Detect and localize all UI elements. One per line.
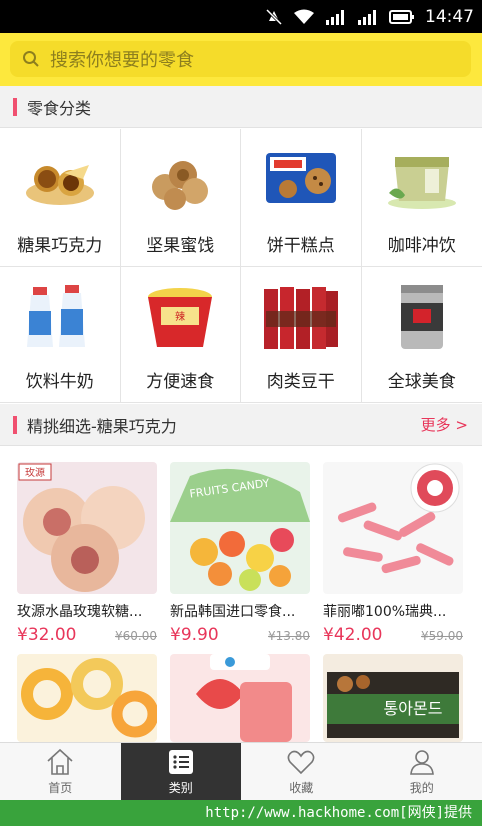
tab-label: 首页 xyxy=(48,781,73,795)
category-grid: 糖果巧克力 坚果蜜饯 饼干糕点 咖啡冲饮 饮料牛奶 辣 方便速食 肉类豆干 全球… xyxy=(0,129,482,403)
featured-section-title: 精挑细选-糖果巧克力 xyxy=(27,416,177,436)
coffee-can-icon xyxy=(400,285,443,349)
product-price: ¥9.90 xyxy=(170,625,219,645)
category-meat-tofu[interactable]: 肉类豆干 xyxy=(241,267,362,403)
meat-snack-icon xyxy=(263,287,338,349)
bottom-tab-bar: 首页 类别 收藏 我的 xyxy=(0,742,482,800)
category-section-header: 零食分类 xyxy=(0,86,482,128)
product-card[interactable]: 玫源 玫源水晶玫瑰软糖... ¥32.00 ¥60.00 xyxy=(17,462,157,645)
wifi-icon xyxy=(294,9,314,24)
product-name: 新品韩国进口零食... xyxy=(170,604,296,620)
home-icon xyxy=(47,748,73,775)
instant-noodle-icon: 辣 xyxy=(148,288,213,347)
product-name: 菲丽嘟100%瑞典... xyxy=(323,604,447,620)
tab-label: 类别 xyxy=(168,781,193,795)
tab-category[interactable]: 类别 xyxy=(120,743,241,800)
status-time: 14:47 xyxy=(425,6,474,27)
signal-2-icon xyxy=(358,9,376,25)
tab-home[interactable]: 首页 xyxy=(0,743,121,800)
category-drinks-milk[interactable]: 饮料牛奶 xyxy=(0,267,121,403)
product-image: 통아몬드 xyxy=(323,654,463,742)
svg-text:辣: 辣 xyxy=(175,310,185,323)
more-link[interactable]: 更多 > xyxy=(421,414,468,435)
product-name: 玫源水晶玫瑰软糖... xyxy=(17,604,143,620)
category-global-food[interactable]: 全球美食 xyxy=(361,267,482,403)
category-instant-food[interactable]: 辣 方便速食 xyxy=(120,267,241,403)
category-label: 肉类豆干 xyxy=(266,372,335,392)
signal-icon xyxy=(326,9,344,25)
category-label: 糖果巧克力 xyxy=(17,236,103,256)
section-marker xyxy=(13,97,17,116)
product-card[interactable]: 菲丽嘟100%瑞典... ¥42.00 ¥59.00 xyxy=(323,462,463,645)
product-image xyxy=(170,654,310,742)
product-image: FRUITS CANDY xyxy=(170,462,310,594)
search-header: 搜索你想要的零食 xyxy=(0,33,482,86)
category-nuts[interactable]: 坚果蜜饯 xyxy=(120,129,241,267)
status-bar: 14:47 xyxy=(0,0,482,33)
product-price: ¥32.00 xyxy=(17,625,77,645)
category-biscuits[interactable]: 饼干糕点 xyxy=(241,129,362,267)
yogurt-bottle-icon xyxy=(26,285,85,347)
product-old-price: ¥60.00 xyxy=(115,629,157,643)
walnut-icon xyxy=(152,161,209,210)
list-icon xyxy=(168,750,193,774)
product-badge: 玫源 xyxy=(25,466,45,479)
battery-icon xyxy=(389,9,414,24)
search-icon xyxy=(23,51,39,67)
product-image: 玫源 xyxy=(17,462,157,594)
watermark-banner: http://www.hackhome.com[网侠]提供 xyxy=(0,800,482,826)
mute-icon xyxy=(265,8,283,25)
category-section-title: 零食分类 xyxy=(27,98,92,118)
product-old-price: ¥59.00 xyxy=(421,629,463,643)
product-old-price: ¥13.80 xyxy=(268,629,310,643)
heart-icon xyxy=(287,750,315,775)
product-card[interactable]: FRUITS CANDY 新品韩国进口零食... ¥9.90 ¥13.80 xyxy=(170,462,310,645)
user-icon xyxy=(409,750,434,775)
tea-box-icon xyxy=(387,157,456,209)
cookie-pack-icon xyxy=(265,153,336,203)
category-label: 方便速食 xyxy=(146,372,215,392)
search-placeholder: 搜索你想要的零食 xyxy=(50,50,194,71)
tab-label: 收藏 xyxy=(289,781,314,795)
product-card[interactable] xyxy=(17,654,157,742)
product-image xyxy=(17,654,157,742)
featured-section-header: 精挑细选-糖果巧克力 更多 > xyxy=(0,404,482,446)
category-label: 全球美食 xyxy=(387,372,456,392)
category-candy-chocolate[interactable]: 糖果巧克力 xyxy=(0,129,121,267)
product-card[interactable]: 통아몬드 xyxy=(323,654,463,742)
category-label: 饮料牛奶 xyxy=(25,372,94,392)
section-marker xyxy=(13,415,17,434)
category-label: 坚果蜜饯 xyxy=(146,236,215,256)
category-label: 饼干糕点 xyxy=(266,236,335,256)
tab-profile[interactable]: 我的 xyxy=(362,743,482,800)
tab-label: 我的 xyxy=(409,781,434,795)
product-badge: 통아몬드 xyxy=(384,699,443,718)
product-card[interactable] xyxy=(170,654,310,742)
tab-favorites[interactable]: 收藏 xyxy=(241,743,362,800)
product-image xyxy=(323,462,463,594)
product-price: ¥42.00 xyxy=(323,625,383,645)
search-input[interactable]: 搜索你想要的零食 xyxy=(10,41,471,77)
category-label: 咖啡冲饮 xyxy=(387,236,456,256)
chocolate-candy-icon xyxy=(25,165,94,205)
category-coffee-drinks[interactable]: 咖啡冲饮 xyxy=(361,129,482,267)
